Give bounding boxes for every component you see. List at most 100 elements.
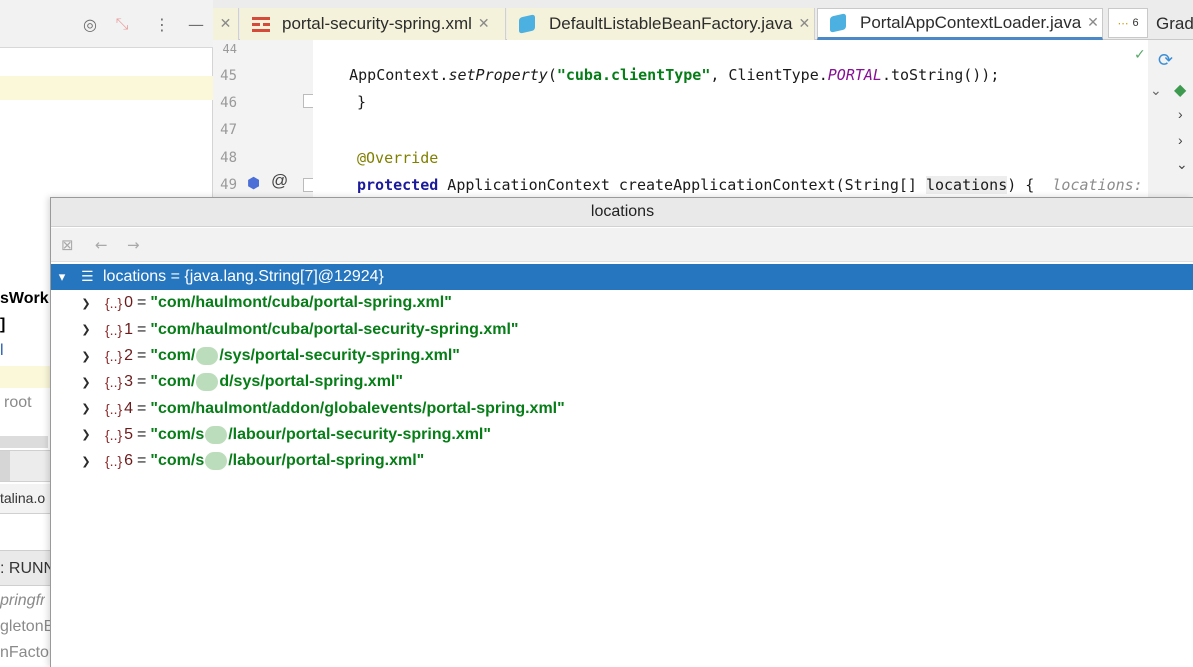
- tab-label: PortalAppContextLoader.java: [860, 13, 1082, 32]
- chevron-right-icon[interactable]: ❯: [79, 376, 93, 389]
- value-segment: "com/: [150, 373, 196, 391]
- code-line-49: protected ApplicationContext createAppli…: [357, 176, 1143, 194]
- item-value: "com/s/labour/portal-security-spring.xml…: [150, 425, 491, 444]
- line-number: 45: [220, 68, 237, 84]
- equals-sign: =: [137, 373, 147, 391]
- override-method-icon[interactable]: ⬢: [247, 174, 260, 192]
- item-index: 4: [124, 399, 134, 417]
- chevron-right-icon[interactable]: ❯: [79, 455, 93, 468]
- tab-label: portal-security-spring.xml: [282, 14, 472, 33]
- value-segment: "com/haulmont/addon/globalevents/portal-…: [150, 399, 565, 417]
- tab-default-listable-bean-factory[interactable]: DefaultListableBeanFactory.java ✕: [507, 8, 815, 40]
- tab-portal-app-context-loader[interactable]: PortalAppContextLoader.java ✕: [817, 8, 1103, 40]
- overflow-count: 6: [1132, 17, 1139, 29]
- checkmark-icon: ✓: [1134, 46, 1146, 62]
- object-icon: {..}: [105, 295, 123, 312]
- redaction-blur: [205, 425, 228, 444]
- annotation-at-icon[interactable]: @: [271, 171, 288, 191]
- stub-highlight: [0, 366, 50, 388]
- stub-text: gletonB: [0, 618, 55, 635]
- chevron-right-icon[interactable]: ›: [1178, 106, 1183, 122]
- chevron-right-icon[interactable]: ❯: [79, 428, 93, 441]
- item-index: 2: [124, 347, 134, 365]
- tab-overflow-button[interactable]: ⋯ 6: [1108, 8, 1148, 38]
- code-line-46: }: [357, 93, 367, 111]
- item-value: "com/d/sys/portal-spring.xml": [150, 373, 403, 392]
- tab-close-left[interactable]: ✕: [213, 8, 239, 40]
- tree-item-row[interactable]: ❯ {..} 0 = "com/haulmont/cuba/portal-spring.…: [51, 290, 1193, 316]
- item-value: "com/s/labour/portal-spring.xml": [150, 452, 425, 471]
- item-index: 6: [124, 452, 134, 470]
- back-arrow-icon[interactable]: ←: [95, 236, 108, 254]
- stub-text: root: [4, 394, 32, 411]
- forward-arrow-icon[interactable]: →: [127, 236, 140, 254]
- chevron-down-icon[interactable]: ⌄: [1150, 82, 1162, 99]
- chevron-right-icon[interactable]: ❯: [79, 402, 93, 415]
- popup-title[interactable]: locations: [51, 198, 1193, 227]
- editor-tab-bar: ✕ portal-security-spring.xml ✕ DefaultLi…: [213, 0, 1193, 40]
- stub-text: pringfr: [0, 592, 46, 609]
- chevron-right-icon[interactable]: ❯: [79, 323, 93, 336]
- object-icon: {..}: [105, 400, 123, 417]
- tree-item-row[interactable]: ❯ {..} 3 = "com/d/sys/portal-spring.xml": [51, 369, 1193, 395]
- left-row: talina.o: [0, 484, 50, 514]
- left-toolbar: ◎ ⤡ ⋮ —: [0, 0, 213, 48]
- close-icon[interactable]: ✕: [799, 16, 811, 32]
- value-segment: "com/s: [150, 426, 205, 444]
- value-segment: "com/haulmont/cuba/portal-security-sprin…: [150, 320, 519, 338]
- chevron-right-icon[interactable]: ›: [1178, 132, 1183, 148]
- target-icon[interactable]: ◎: [80, 14, 100, 34]
- variable-tree: ▾ ☰ locations = {java.lang.String[7]@129…: [51, 264, 1193, 474]
- line-number: 49: [220, 177, 237, 193]
- chevron-right-icon[interactable]: ❯: [79, 350, 93, 363]
- close-icon[interactable]: ✕: [1087, 15, 1099, 31]
- tree-item-row[interactable]: ❯ {..} 5 = "com/s/labour/portal-security-spr…: [51, 422, 1193, 448]
- object-icon: {..}: [105, 348, 123, 365]
- gradle-elephant-icon: ◆: [1174, 82, 1187, 99]
- item-value: "com/haulmont/cuba/portal-security-sprin…: [150, 321, 518, 339]
- chevron-down-icon[interactable]: ⌄: [1176, 156, 1188, 173]
- equals-sign: =: [137, 452, 147, 470]
- selected-row-highlight: [0, 76, 213, 100]
- gradle-tool-label[interactable]: Grad: [1156, 14, 1193, 34]
- redaction-blur: [205, 452, 228, 471]
- remove-watch-icon[interactable]: ⊠: [61, 236, 74, 254]
- value-segment: /labour/portal-spring.xml": [228, 452, 425, 470]
- stub-text: nFactor: [0, 644, 55, 661]
- code-line-48: @Override: [357, 149, 439, 167]
- redaction-blur: [196, 346, 219, 365]
- left-thread-row: : RUNN: [0, 550, 55, 586]
- value-segment: /sys/portal-security-spring.xml": [219, 347, 460, 365]
- line-number: 48: [220, 150, 237, 166]
- chevron-right-icon[interactable]: ❯: [79, 297, 93, 310]
- more-options-icon[interactable]: ⋮: [152, 14, 172, 34]
- chevron-down-icon[interactable]: ▾: [55, 270, 69, 285]
- redaction-blur: [196, 373, 219, 392]
- tree-item-row[interactable]: ❯ {..} 4 = "com/haulmont/addon/globalevents/…: [51, 395, 1193, 421]
- popup-toolbar: ⊠ ← →: [51, 228, 1193, 262]
- close-icon[interactable]: ✕: [478, 16, 490, 32]
- object-icon: {..}: [105, 453, 123, 470]
- tree-item-row[interactable]: ❯ {..} 1 = "com/haulmont/cuba/portal-securit…: [51, 317, 1193, 343]
- minimize-icon[interactable]: —: [186, 14, 206, 34]
- tree-item-row[interactable]: ❯ {..} 6 = "com/s/labour/portal-spring.xml": [51, 448, 1193, 474]
- stub-text: talina.o: [0, 490, 46, 506]
- refresh-icon[interactable]: ⟳: [1158, 50, 1173, 71]
- tree-root-row[interactable]: ▾ ☰ locations = {java.lang.String[7]@129…: [51, 264, 1193, 291]
- collapse-arrows-icon[interactable]: ⤡: [112, 14, 132, 34]
- close-icon[interactable]: ✕: [220, 16, 232, 32]
- value-segment: "com/haulmont/cuba/portal-spring.xml": [150, 294, 452, 312]
- line-number: 47: [220, 122, 237, 138]
- tree-item-row[interactable]: ❯ {..} 2 = "com/ /sys/portal-security-spring.…: [51, 343, 1193, 369]
- equals-sign: =: [137, 425, 147, 443]
- stub-text: ]: [0, 316, 6, 333]
- object-icon: {..}: [105, 321, 123, 338]
- value-segment: "com/: [150, 347, 196, 365]
- object-icon: {..}: [105, 374, 123, 391]
- tab-portal-security-spring[interactable]: portal-security-spring.xml ✕: [240, 8, 506, 40]
- horizontal-scrollbar[interactable]: [0, 436, 48, 448]
- code-editor[interactable]: AppContext.setProperty("cuba.clientType"…: [313, 40, 1148, 198]
- gradle-side-panel: ✓ ⟳ ⌄ ◆ › › ⌄: [1134, 40, 1193, 197]
- root-label: locations = {java.lang.String[7]@12924}: [103, 268, 384, 286]
- equals-sign: =: [137, 320, 147, 338]
